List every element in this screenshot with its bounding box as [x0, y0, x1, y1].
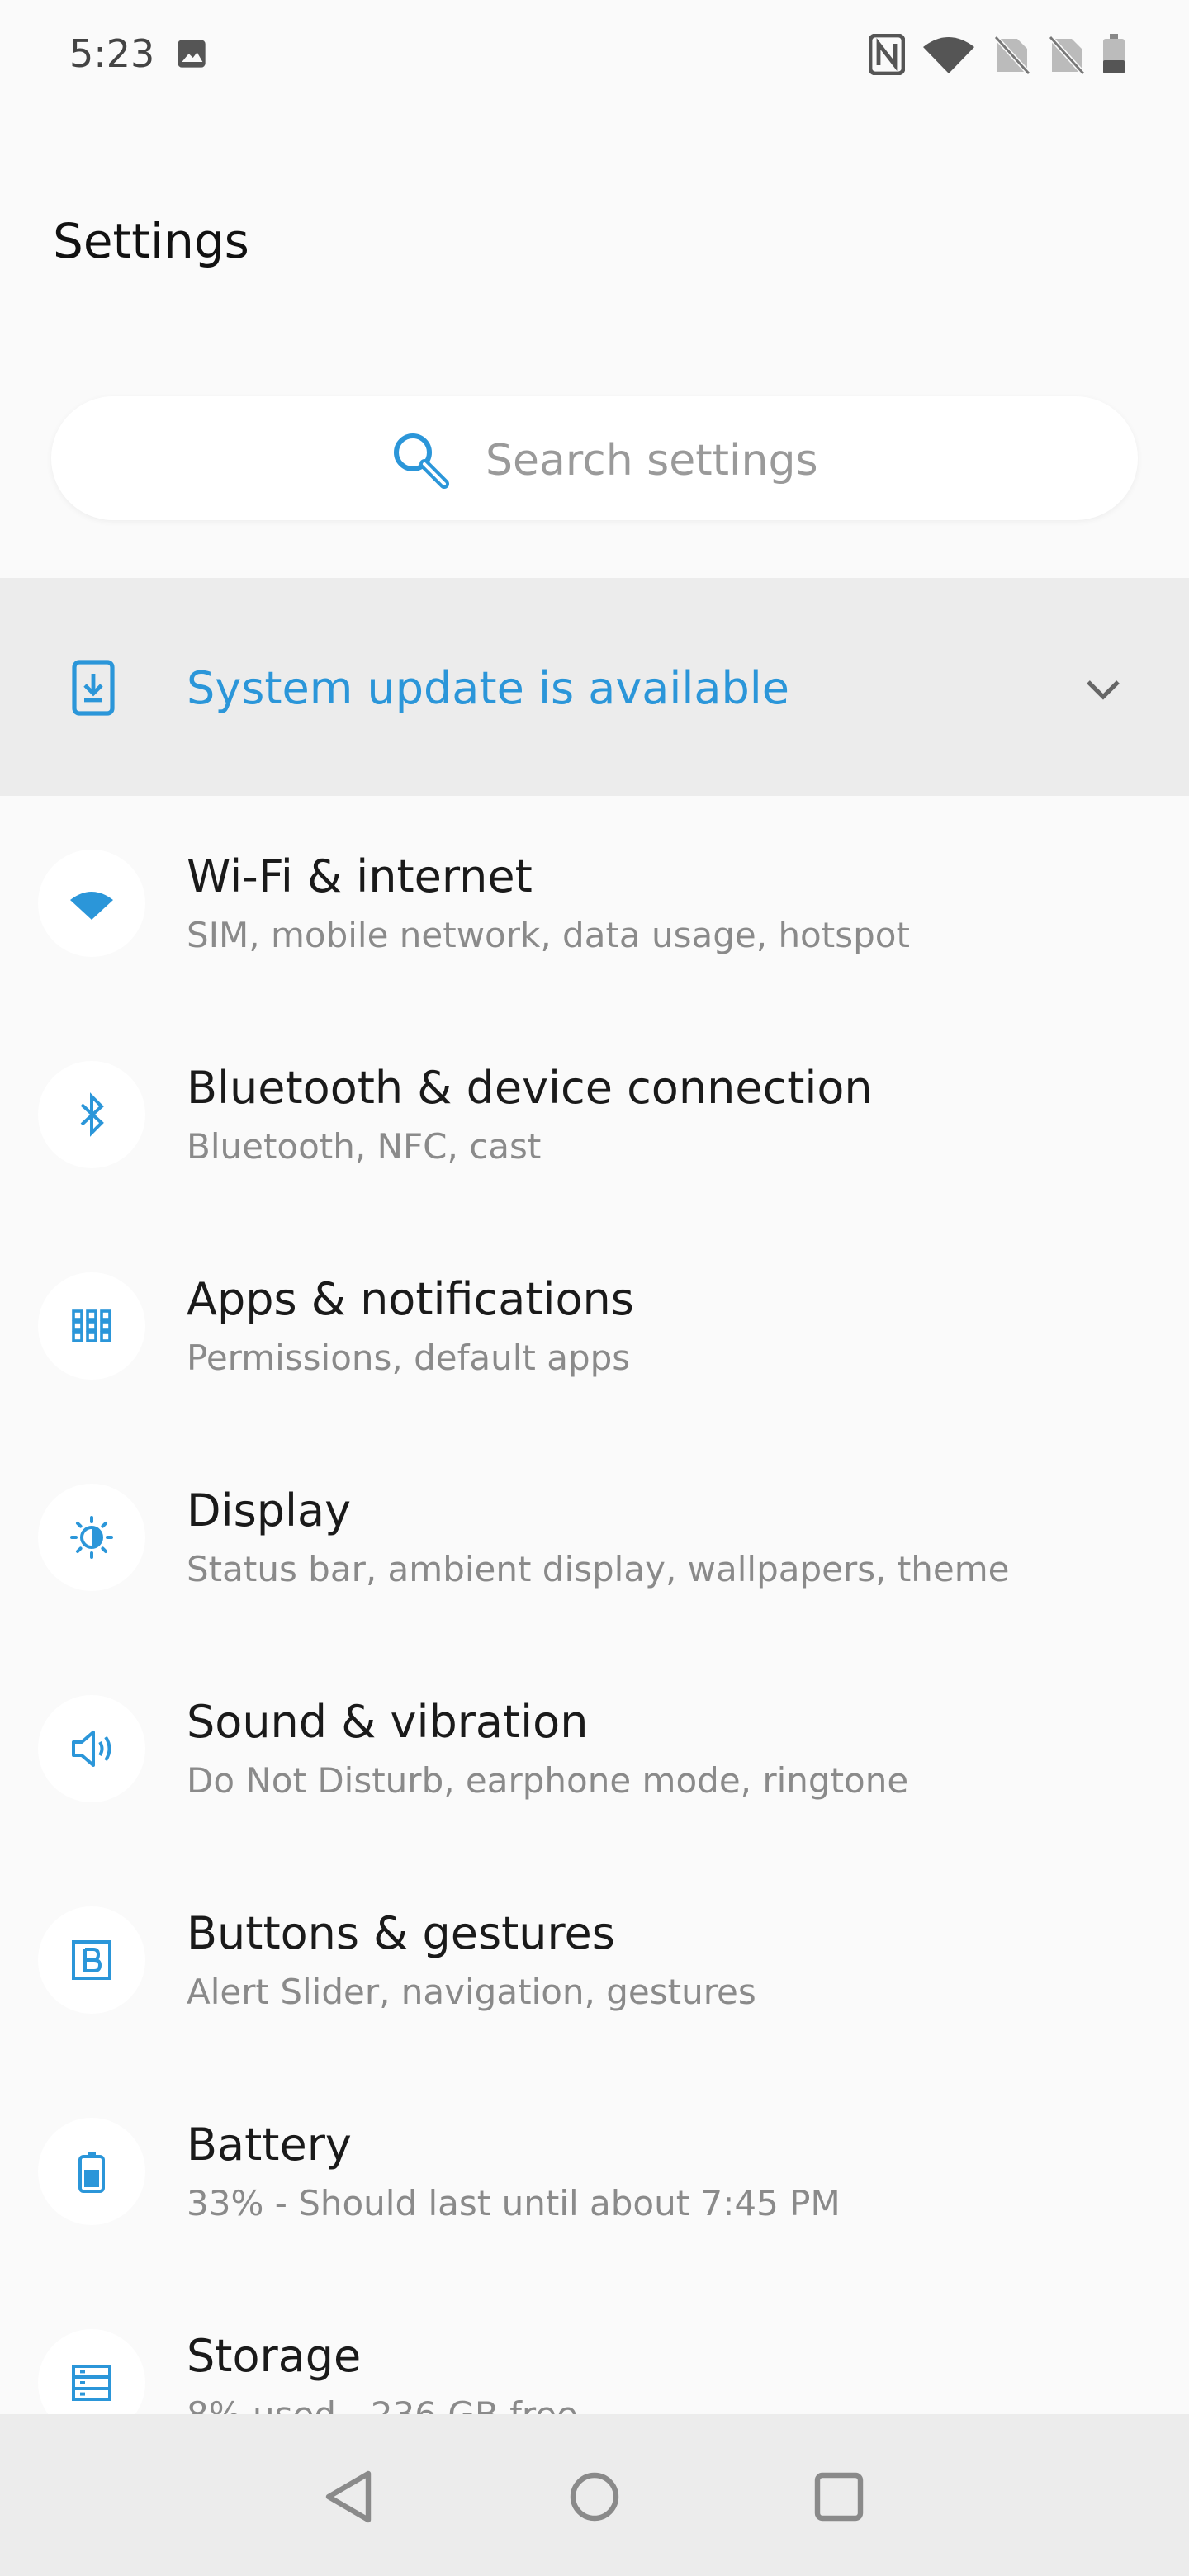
settings-item-subtitle: Do Not Disturb, earphone mode, ringtone	[187, 1760, 909, 1801]
nfc-icon	[869, 34, 905, 75]
buttons-icon	[72, 1940, 111, 1980]
settings-item-apps-notifications[interactable]: Apps & notifications Permissions, defaul…	[0, 1219, 1189, 1430]
settings-item-title: Sound & vibration	[187, 1696, 589, 1748]
storage-icon	[72, 2365, 111, 2401]
navigation-bar	[0, 2414, 1189, 2576]
page-title: Settings	[53, 213, 249, 269]
settings-item-title: Apps & notifications	[187, 1273, 634, 1325]
no-sim-icon	[1048, 35, 1085, 75]
chevron-down-icon[interactable]	[1085, 677, 1121, 702]
settings-item-subtitle: Permissions, default apps	[187, 1338, 631, 1378]
search-icon	[394, 433, 449, 489]
battery-icon	[78, 2152, 105, 2193]
settings-item-subtitle: SIM, mobile network, data usage, hotspot	[187, 915, 910, 955]
speaker-icon	[72, 1731, 111, 1767]
bluetooth-icon-container	[38, 1061, 145, 1168]
search-placeholder: Search settings	[486, 436, 818, 485]
settings-item-buttons-gestures[interactable]: Buttons & gestures Alert Slider, navigat…	[0, 1853, 1189, 2064]
buttons-icon-container	[38, 1906, 145, 2014]
wifi-icon	[923, 37, 974, 73]
settings-item-bluetooth[interactable]: Bluetooth & device connection Bluetooth,…	[0, 1007, 1189, 1219]
display-icon-container	[38, 1484, 145, 1591]
apps-grid-icon	[72, 1309, 111, 1342]
settings-item-sound-vibration[interactable]: Sound & vibration Do Not Disturb, earpho…	[0, 1641, 1189, 1853]
settings-item-title: Bluetooth & device connection	[187, 1062, 873, 1114]
settings-item-title: Buttons & gestures	[187, 1907, 615, 1959]
settings-item-subtitle: 33% - Should last until about 7:45 PM	[187, 2183, 841, 2223]
status-time: 5:23	[69, 31, 155, 76]
brightness-icon	[70, 1516, 113, 1559]
wifi-icon	[70, 892, 113, 920]
home-icon[interactable]	[561, 2464, 628, 2530]
settings-item-title: Wi-Fi & internet	[187, 850, 533, 902]
system-update-icon	[72, 660, 115, 716]
settings-item-display[interactable]: Display Status bar, ambient display, wal…	[0, 1430, 1189, 1641]
search-input[interactable]: Search settings	[51, 396, 1138, 520]
system-update-label: System update is available	[187, 662, 790, 714]
apps-icon-container	[38, 1272, 145, 1380]
settings-item-title: Battery	[187, 2119, 352, 2171]
settings-item-subtitle: Bluetooth, NFC, cast	[187, 1126, 542, 1167]
image-notification-icon	[178, 40, 206, 68]
back-icon[interactable]	[319, 2464, 385, 2530]
wifi-icon-container	[38, 850, 145, 957]
status-icons	[869, 33, 1126, 76]
no-sim-icon	[993, 35, 1030, 75]
settings-item-wifi-internet[interactable]: Wi-Fi & internet SIM, mobile network, da…	[0, 796, 1189, 1007]
settings-item-subtitle: Status bar, ambient display, wallpapers,…	[187, 1549, 1010, 1589]
battery-icon-container	[38, 2118, 145, 2225]
settings-item-subtitle: Alert Slider, navigation, gestures	[187, 1972, 756, 2012]
system-update-banner[interactable]: System update is available	[0, 578, 1189, 796]
recents-icon[interactable]	[806, 2464, 872, 2530]
settings-item-battery[interactable]: Battery 33% - Should last until about 7:…	[0, 2064, 1189, 2275]
status-bar: 5:23	[0, 0, 1189, 107]
sound-icon-container	[38, 1695, 145, 1802]
battery-icon	[1103, 34, 1125, 73]
settings-item-title: Display	[187, 1485, 352, 1537]
bluetooth-icon	[80, 1092, 104, 1137]
settings-item-title: Storage	[187, 2330, 362, 2382]
